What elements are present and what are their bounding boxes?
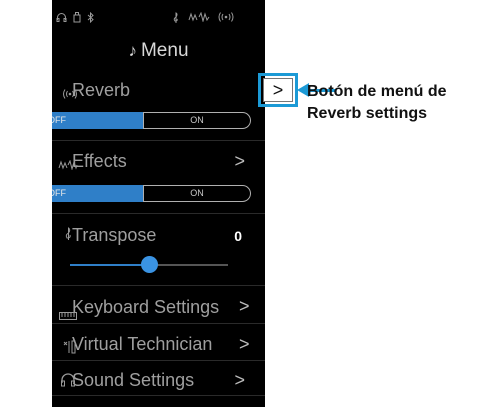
divider xyxy=(52,140,265,141)
music-note-icon: ♪ xyxy=(128,41,137,60)
reverb-wave-icon xyxy=(217,12,235,26)
divider xyxy=(52,395,265,396)
status-bar xyxy=(52,0,265,36)
menu-item-label: Reverb xyxy=(72,80,131,100)
callout-line-1: Botón de menú de xyxy=(307,83,447,100)
reverb-off-option[interactable]: OFF xyxy=(52,112,143,129)
menu-item-effects[interactable]: Effects > xyxy=(52,144,265,178)
piano-app-screen: ♪Menu Reverb OFF ON Effects > OFF ON Tra… xyxy=(52,0,265,407)
menu-item-virtual-technician[interactable]: Virtual Technician xyxy=(52,327,265,361)
divider xyxy=(52,323,265,324)
menu-item-transpose[interactable]: Transpose 0 xyxy=(52,218,265,252)
effects-chevron[interactable]: > xyxy=(234,151,245,172)
effects-wave-icon xyxy=(188,11,210,26)
effects-wave-icon xyxy=(58,157,78,175)
callout-text: Botón de menú de Reverb settings xyxy=(307,81,497,125)
reverb-menu-button[interactable]: > xyxy=(263,78,293,102)
divider xyxy=(52,285,265,286)
menu-item-label: Transpose xyxy=(72,225,157,245)
menu-item-label: Effects xyxy=(72,151,127,171)
technician-icon xyxy=(62,340,76,359)
keyboard-icon xyxy=(59,307,77,325)
virtual-technician-chevron[interactable]: > xyxy=(239,334,250,355)
reverb-on-option[interactable]: ON xyxy=(144,112,251,129)
effects-on-option[interactable]: ON xyxy=(144,185,251,202)
menu-item-label: Virtual Technician xyxy=(72,334,213,354)
menu-title: ♪ Menu xyxy=(52,40,265,66)
treble-clef-icon xyxy=(172,12,180,28)
effects-off-option[interactable]: OFF xyxy=(52,185,143,202)
divider xyxy=(52,213,265,214)
headphones-icon xyxy=(60,372,76,392)
transpose-value: 0 xyxy=(234,228,242,244)
bluetooth-icon xyxy=(87,11,94,27)
menu-item-keyboard-settings[interactable]: Keyboard Settings xyxy=(52,290,265,324)
transpose-slider-fill xyxy=(70,264,149,266)
menu-item-label: Keyboard Settings xyxy=(72,297,220,317)
divider xyxy=(52,360,265,361)
menu-title-label: Menu xyxy=(140,40,189,61)
reverb-wave-icon xyxy=(62,86,78,104)
effects-toggle[interactable]: OFF ON xyxy=(52,185,251,202)
menu-item-label: Sound Settings xyxy=(72,370,195,390)
treble-clef-icon xyxy=(64,227,73,246)
usb-icon xyxy=(73,12,81,27)
keyboard-settings-chevron[interactable]: > xyxy=(239,296,250,317)
reverb-toggle[interactable]: OFF ON xyxy=(52,112,251,129)
sound-settings-chevron[interactable]: > xyxy=(234,370,245,391)
headphones-icon xyxy=(56,12,67,27)
callout-line-2: Reverb settings xyxy=(307,105,428,122)
menu-item-reverb[interactable]: Reverb xyxy=(52,73,265,107)
menu-item-sound-settings[interactable]: Sound Settings > xyxy=(52,363,265,397)
transpose-slider-thumb[interactable] xyxy=(141,256,158,273)
